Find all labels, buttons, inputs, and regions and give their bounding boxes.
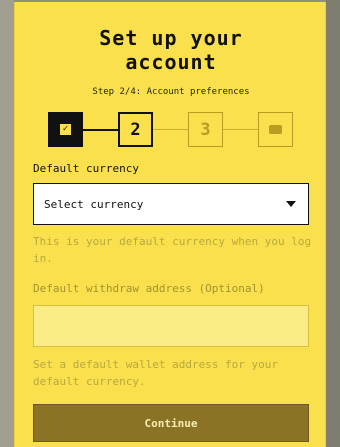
step-label: Step 2/4: Account preferences — [92, 87, 250, 97]
background-left — [0, 0, 14, 447]
background-right — [326, 0, 340, 447]
stepper-connector — [83, 129, 118, 131]
stepper-connector — [223, 129, 258, 130]
address-help-text: Set a default wallet address for your de… — [33, 358, 279, 388]
withdraw-address-input[interactable] — [33, 305, 309, 347]
currency-select[interactable]: Select currency — [33, 183, 309, 225]
step-3: 3 — [188, 112, 223, 147]
step-2-current[interactable]: 2 — [118, 112, 153, 147]
continue-button[interactable]: Continue — [33, 404, 309, 442]
stepper-connector — [153, 129, 188, 130]
setup-card: Set up your account Step 2/4: Account pr… — [14, 2, 326, 447]
check-icon: ✓ — [60, 124, 71, 135]
step-1-completed[interactable]: ✓ — [48, 112, 83, 147]
step-4 — [258, 112, 293, 147]
address-label: Default withdraw address (Optional) — [33, 282, 265, 295]
chevron-down-icon — [286, 201, 296, 207]
stepper: ✓ 2 3 — [15, 112, 327, 148]
wallet-icon — [269, 125, 282, 134]
page-title: Set up your account — [99, 26, 243, 74]
currency-select-value: Select currency — [44, 197, 144, 211]
currency-label: Default currency — [33, 162, 139, 175]
currency-help-text: This is your default currency when you l… — [33, 235, 312, 265]
